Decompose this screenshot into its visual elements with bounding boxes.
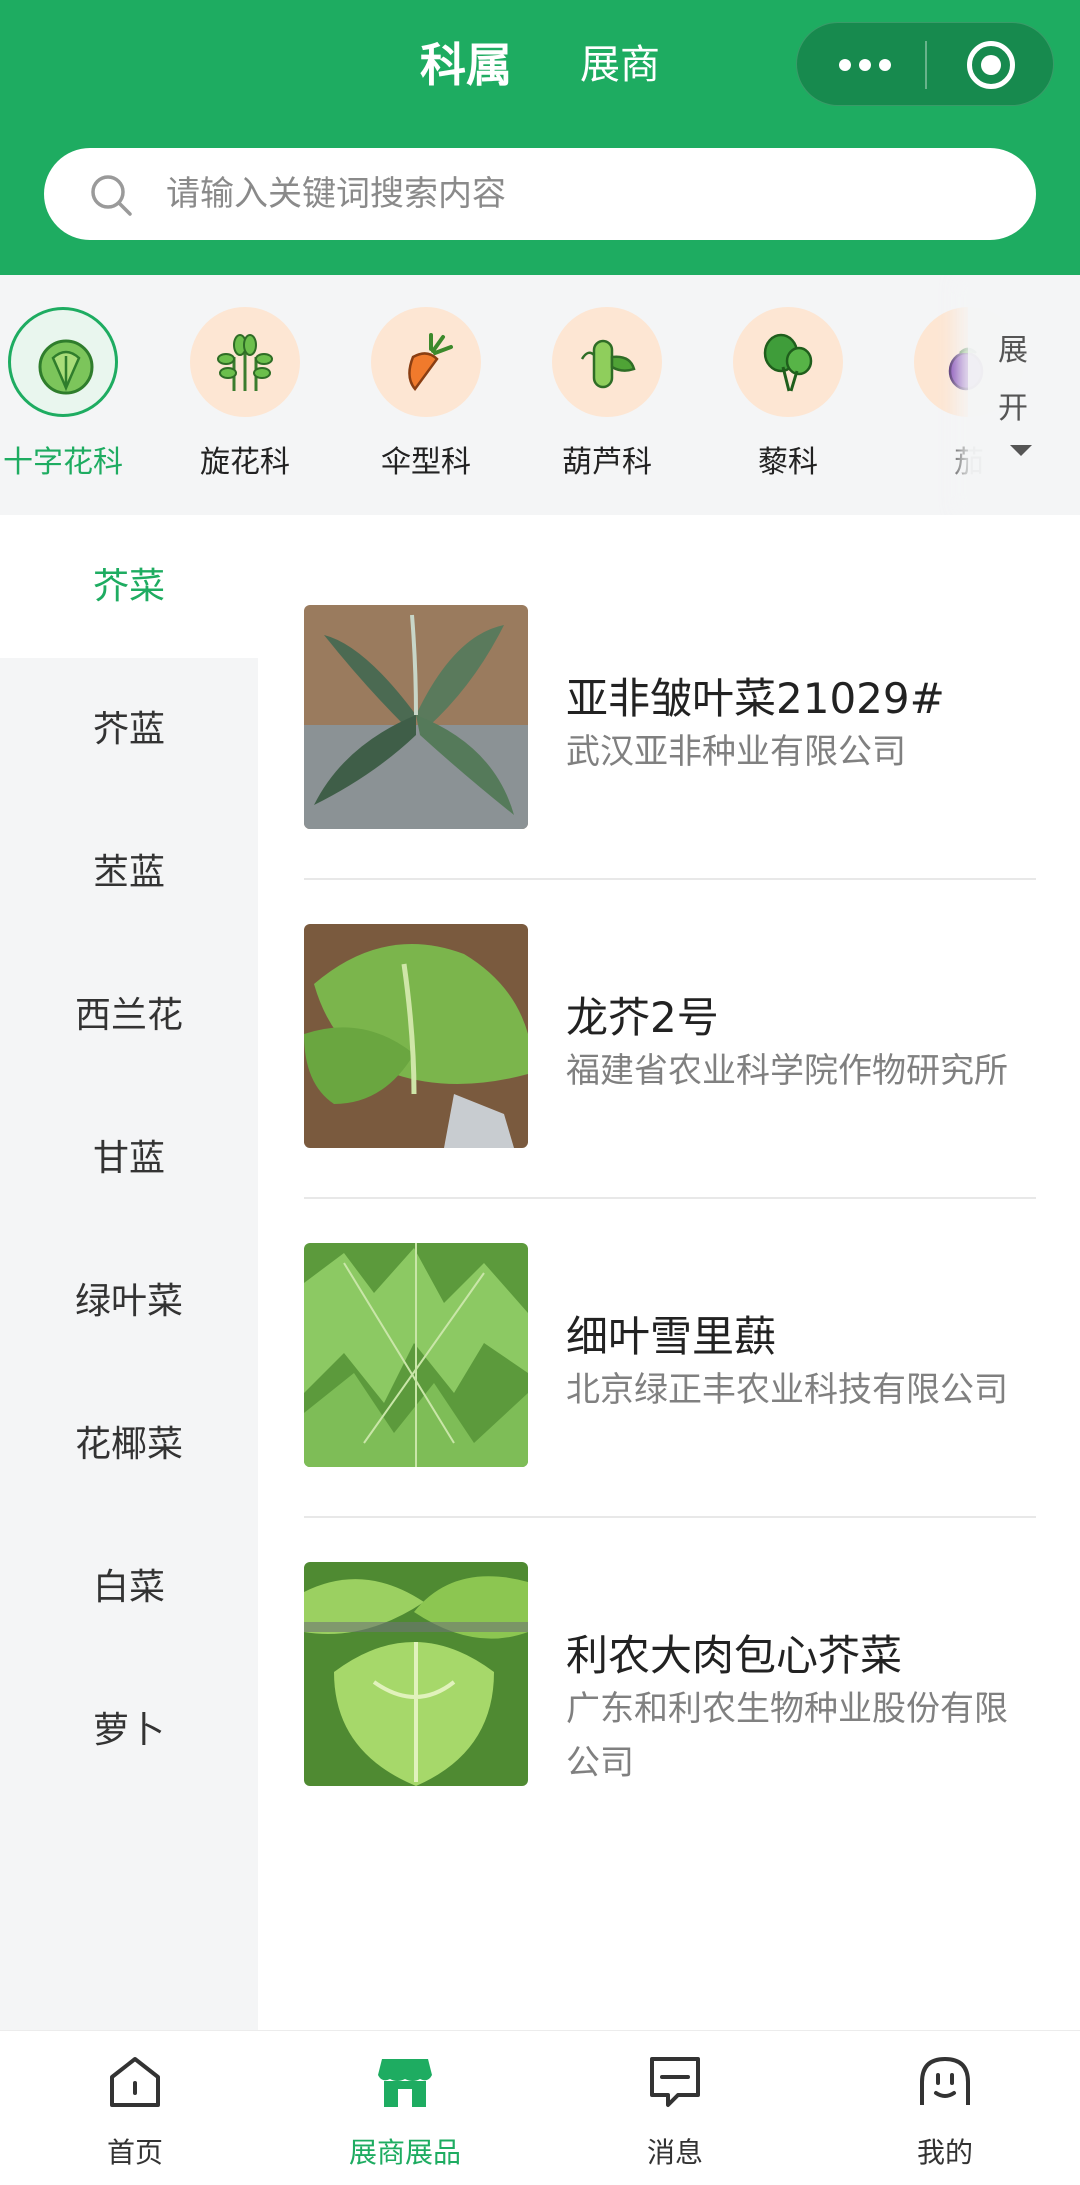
search-bar[interactable]: 请输入关键词搜索内容 [44, 148, 1036, 240]
tabbar-label: 我的 [916, 2136, 973, 2169]
mini-program-capsule [796, 22, 1054, 106]
tabbar-item-profile[interactable]: 我的 [810, 2031, 1080, 2185]
category-label: 藜科 [758, 445, 818, 480]
sidebar-item-radish[interactable]: 萝卜 [0, 1659, 258, 1802]
category-label: 伞型科 [381, 445, 471, 480]
product-image [304, 1562, 528, 1786]
search-input[interactable]: 请输入关键词搜索内容 [166, 148, 506, 240]
category-item-cucurbitaceae[interactable]: 葫芦科 [532, 307, 682, 497]
category-item-convolvulaceae[interactable]: 旋花科 [170, 307, 320, 497]
product-image [304, 605, 528, 829]
top-header: 科属 展商 请输入关键词搜索内容 [0, 0, 1080, 275]
cucumber-icon [580, 339, 636, 389]
product-name: 亚非皱叶菜21029# [566, 674, 945, 723]
carrot-icon [408, 333, 453, 392]
sidebar-item-leafy-greens[interactable]: 绿叶菜 [0, 1230, 258, 1373]
product-image [304, 924, 528, 1148]
product-company: 广东和利农生物种业股份有限公司 [566, 1689, 1008, 1783]
product-company: 武汉亚非种业有限公司 [566, 732, 906, 772]
product-company: 福建省农业科学院作物研究所 [566, 1051, 1008, 1091]
spinach-icon [763, 333, 813, 392]
category-item-apiaceae[interactable]: 伞型科 [351, 307, 501, 497]
message-icon [650, 2057, 700, 2107]
sidebar-item-chinese-cabbage[interactable]: 白菜 [0, 1516, 258, 1659]
product-company: 北京绿正丰农业科技有限公司 [566, 1370, 1008, 1410]
category-label: 十字花科 [3, 445, 123, 480]
category-strip: 十字花科 旋花科 伞型科 葫芦科 藜科 展 开 [0, 275, 1080, 515]
product-card[interactable]: 亚非皱叶菜21029# 武汉亚非种业有限公司 [304, 515, 1036, 880]
tab-genus[interactable]: 科属 [420, 30, 512, 100]
product-name: 龙芥2号 [566, 993, 719, 1042]
sidebar-item-kohlrabi[interactable]: 苤蓝 [0, 801, 258, 944]
tabbar-label: 首页 [106, 2136, 163, 2169]
subcategory-sidebar: 芥菜 芥蓝 苤蓝 西兰花 甘蓝 绿叶菜 花椰菜 白菜 萝卜 [0, 515, 258, 2030]
search-icon [91, 175, 132, 216]
expand-button[interactable]: 展 开 [968, 275, 1080, 515]
expand-label-1: 展 [998, 333, 1028, 368]
tabbar-item-home[interactable]: 首页 [0, 2031, 270, 2185]
caret-down-icon [1010, 445, 1032, 456]
tabbar-label: 展商展品 [348, 2136, 461, 2169]
product-card[interactable]: 龙芥2号 福建省农业科学院作物研究所 [304, 834, 1036, 1199]
sidebar-item-cabbage[interactable]: 甘蓝 [0, 1087, 258, 1230]
product-image [304, 1243, 528, 1467]
category-label: 葫芦科 [562, 445, 652, 480]
home-icon [110, 2057, 160, 2107]
tabbar-label: 消息 [646, 2136, 703, 2169]
expand-label-2: 开 [998, 391, 1028, 426]
tab-exhibitor[interactable]: 展商 [580, 30, 660, 100]
capsule-divider [925, 41, 927, 89]
bottom-tabbar: 首页 展商展品 消息 我的 [0, 2030, 1080, 2185]
cabbage-icon [38, 339, 94, 395]
product-card[interactable]: 利农大肉包心芥菜 广东和利农生物种业股份有限公司 [304, 1472, 1036, 1791]
tabbar-item-messages[interactable]: 消息 [540, 2031, 810, 2185]
category-item-cruciferae[interactable]: 十字花科 [0, 307, 138, 497]
product-name: 利农大肉包心芥菜 [566, 1631, 903, 1680]
sidebar-item-broccoli[interactable]: 西兰花 [0, 944, 258, 1087]
store-icon [378, 2059, 432, 2107]
sidebar-item-mustard[interactable]: 芥菜 [0, 515, 258, 658]
sprout-icon [217, 334, 273, 391]
product-card[interactable]: 细叶雪里蕻 北京绿正丰农业科技有限公司 [304, 1153, 1036, 1518]
product-name: 细叶雪里蕻 [566, 1312, 777, 1361]
record-icon[interactable] [967, 41, 1015, 89]
more-dots-icon[interactable] [835, 47, 895, 83]
sidebar-item-cauliflower[interactable]: 花椰菜 [0, 1373, 258, 1516]
sidebar-item-kailan[interactable]: 芥蓝 [0, 658, 258, 801]
category-item-chenopodiaceae[interactable]: 藜科 [713, 307, 863, 497]
profile-icon [920, 2056, 970, 2105]
category-label: 旋花科 [200, 445, 290, 480]
tabbar-item-exhibits[interactable]: 展商展品 [270, 2031, 540, 2185]
